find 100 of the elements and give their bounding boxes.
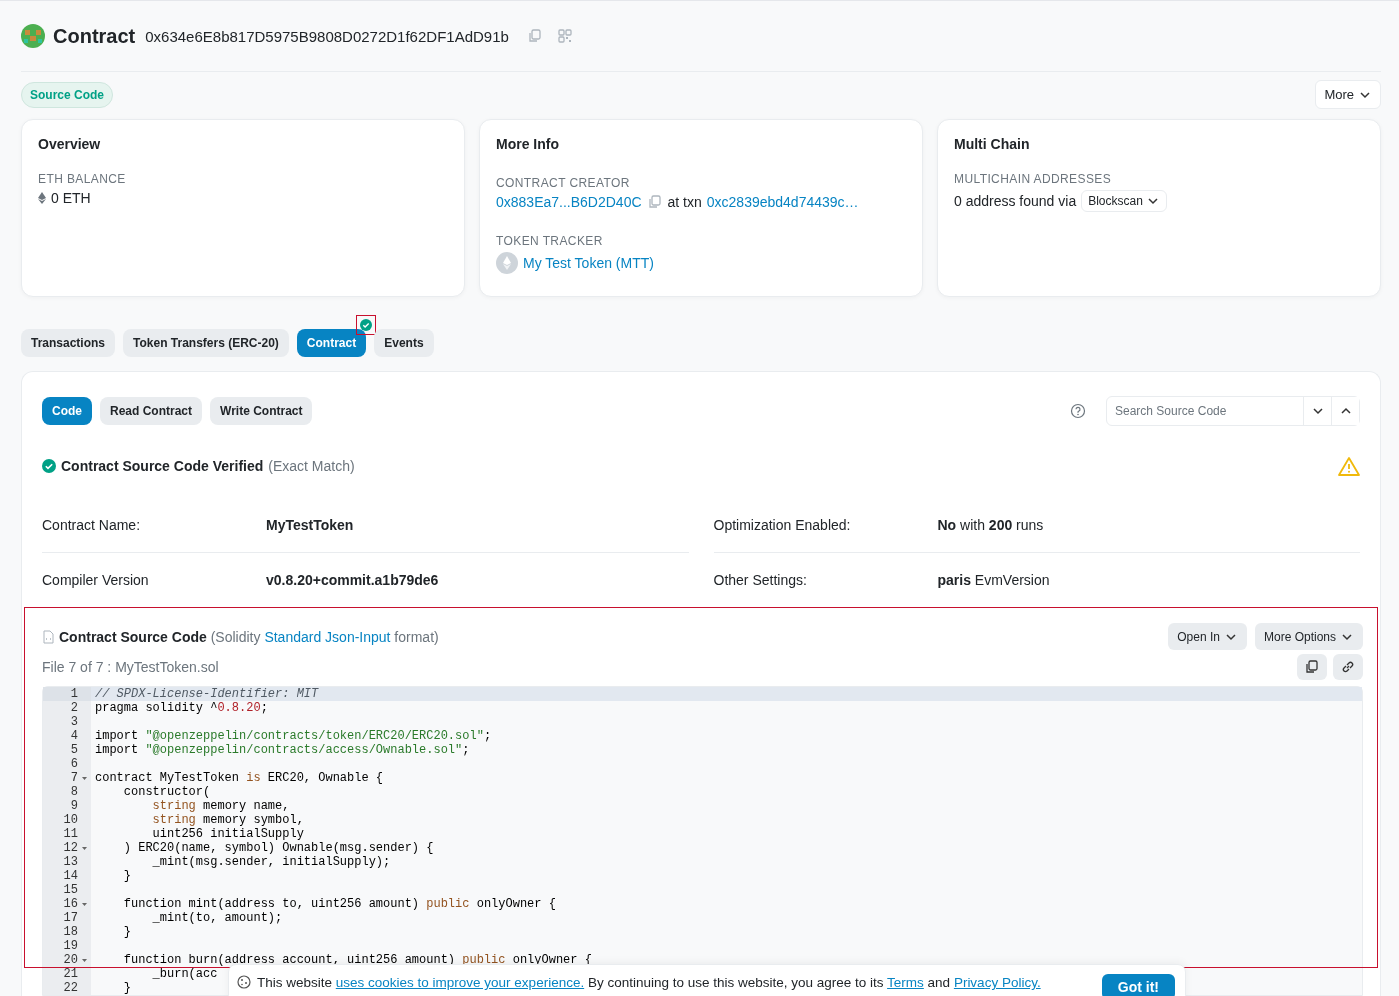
contract-address: 0x634e6E8b817D5975B9808D0272D1f62DF1AdD91b	[145, 27, 509, 45]
field-text: at txn	[667, 194, 702, 210]
line-number: 6	[70, 757, 78, 771]
code-line: _mint(msg.sender, initialSupply);	[151, 855, 391, 869]
tab[interactable]: Contract	[296, 329, 367, 357]
section-title: Contract Source Code (Solidity Standard Json-Input format)	[59, 628, 439, 645]
more-dropdown[interactable]: More	[1315, 80, 1381, 109]
card-title: Multi Chain	[954, 136, 1031, 152]
contract-avatar-icon	[21, 24, 45, 48]
line-number: 11	[63, 827, 78, 841]
line-number: 19	[63, 939, 78, 953]
fold-caret-icon[interactable]	[81, 901, 88, 907]
field-label: ETH BALANCE	[38, 172, 127, 186]
field-label: TOKEN TRACKER	[496, 234, 604, 248]
line-number: 4	[70, 729, 78, 743]
dropdown-button[interactable]: More Options	[1254, 623, 1363, 650]
line-number: 16	[63, 897, 78, 911]
code-line: import "@openzeppelin/contracts/access/Ownable.sol";	[94, 743, 470, 757]
code-line: // SPDX-License-Identifier: MIT	[94, 687, 319, 701]
code-line: }	[122, 981, 131, 995]
copy-icon	[1304, 659, 1320, 675]
previous-match-button[interactable]	[1331, 397, 1359, 425]
code-line: string memory symbol,	[151, 813, 304, 827]
code-line: uint256 initialSupply	[151, 827, 304, 841]
detail-value: paris EvmVersion	[937, 572, 1051, 588]
code-line: }	[122, 869, 131, 883]
line-number: 14	[63, 869, 78, 883]
line-number: 12	[63, 841, 78, 855]
code-tab[interactable]: Code	[42, 397, 92, 425]
ethereum-icon	[38, 192, 46, 204]
line-number: 21	[63, 967, 78, 981]
line-number: 9	[70, 799, 78, 813]
code-line: constructor(	[122, 785, 211, 799]
tab[interactable]: Events	[374, 329, 434, 357]
file-icon	[42, 629, 54, 644]
line-number: 1	[70, 687, 78, 701]
line-number: 5	[70, 743, 78, 757]
code-line: string memory name,	[151, 799, 290, 813]
fold-caret-icon[interactable]	[81, 845, 88, 851]
search-input[interactable]: Search Source Code	[1107, 397, 1303, 425]
detail-label: Optimization Enabled:	[713, 517, 852, 533]
line-number: 15	[63, 883, 78, 897]
code-line: function mint(address to, uint256 amount) public onlyOwner {	[122, 897, 556, 911]
detail-value: v0.8.20+commit.a1b79de6	[266, 572, 440, 588]
field-label: MULTICHAIN ADDRESSES	[954, 172, 1113, 186]
code-tab[interactable]: Read Contract	[100, 397, 202, 425]
warning-icon	[1338, 456, 1360, 476]
cookie-notice: This website uses cookies to improve your experience. By continuing to use this website, you agree to its Terms and Privacy Policy.	[257, 975, 1042, 990]
line-number: 18	[63, 925, 78, 939]
line-number: 8	[70, 785, 78, 799]
code-line: }	[122, 925, 131, 939]
line-number: 2	[70, 701, 78, 715]
verified-check-icon	[42, 459, 56, 473]
verified-title: Contract Source Code Verified	[61, 458, 264, 474]
code-line: import "@openzeppelin/contracts/token/ERC20/ERC20.sol";	[94, 729, 492, 743]
code-line: ) ERC20(name, symbol) Ownable(msg.sender) {	[122, 841, 434, 855]
line-number: 22	[63, 981, 78, 995]
token-link[interactable]: My Test Token (MTT)	[523, 255, 654, 271]
help-icon[interactable]	[1070, 403, 1086, 419]
blockscan-dropdown[interactable]: Blockscan	[1081, 190, 1167, 212]
line-number: 10	[63, 813, 78, 827]
match-note: (Exact Match)	[268, 458, 355, 474]
tab[interactable]: Transactions	[21, 329, 116, 357]
line-number: 17	[63, 911, 78, 925]
card-title: More Info	[496, 136, 560, 152]
code-line: pragma solidity ^0.8.20;	[94, 701, 268, 715]
balance-value: 0 ETH	[51, 190, 91, 206]
dropdown-button[interactable]: Open In	[1168, 623, 1247, 650]
token-logo-icon	[496, 252, 518, 274]
source-code-badge: Source Code	[21, 81, 113, 108]
line-number: 3	[70, 715, 78, 729]
detail-label: Other Settings:	[713, 572, 808, 588]
file-name: File 7 of 7 : MyTestToken.sol	[42, 659, 219, 675]
privacy-policy-link[interactable]: Privacy Policy.	[953, 975, 1041, 990]
field-label: CONTRACT CREATOR	[496, 176, 631, 190]
format-link[interactable]: Standard Json-Input	[264, 628, 391, 645]
line-number: 13	[63, 855, 78, 869]
page-title: Contract	[53, 24, 136, 48]
fold-caret-icon[interactable]	[81, 957, 88, 963]
field-text: 0 address found via	[954, 193, 1077, 209]
line-number: 20	[63, 953, 78, 967]
code-line: contract MyTestToken is ERC20, Ownable {	[94, 771, 384, 785]
cookie-icon	[237, 975, 251, 989]
copy-button[interactable]	[1297, 654, 1327, 680]
detail-value: MyTestToken	[266, 517, 355, 533]
search-field[interactable]: Search Source Code	[1106, 396, 1360, 426]
detail-label: Compiler Version	[42, 572, 150, 588]
detail-value: No with 200 runs	[937, 517, 1045, 533]
code-line: _burn(acc	[151, 967, 218, 981]
permalink-button[interactable]	[1333, 654, 1363, 680]
card-title: Overview	[38, 136, 102, 152]
accept-cookies-button[interactable]: Got it!	[1101, 974, 1175, 996]
terms-link[interactable]: Terms	[887, 975, 924, 990]
cookie-policy-link[interactable]: uses cookies to improve your experience.	[335, 975, 585, 990]
tab[interactable]: Token Transfers (ERC-20)	[123, 329, 289, 357]
transaction-link[interactable]: 0xc2839ebd4d74439c…	[706, 194, 859, 210]
creator-link[interactable]: 0x883Ea7...B6D2D40C	[496, 194, 642, 210]
fold-caret-icon[interactable]	[81, 775, 88, 781]
link-icon	[1340, 659, 1356, 675]
code-tab[interactable]: Write Contract	[210, 397, 313, 425]
